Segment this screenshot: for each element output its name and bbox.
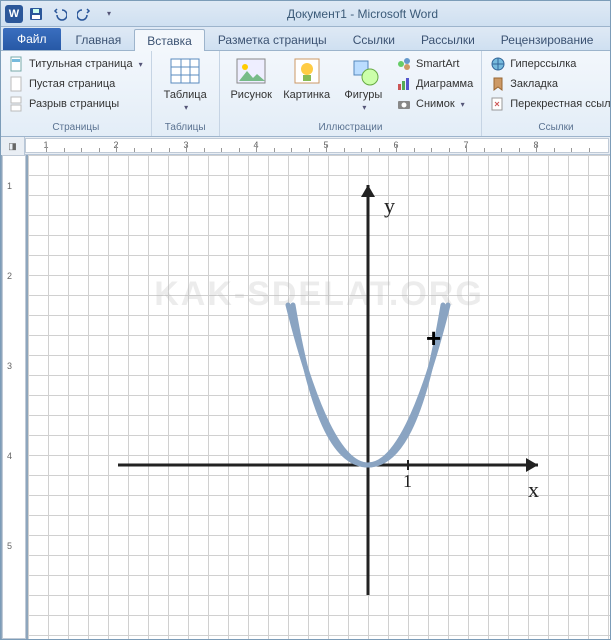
ribbon: Титульная страница ▾ Пустая страница Раз…: [1, 51, 610, 137]
cursor-crosshair-icon: +: [426, 325, 441, 351]
smartart-icon: [396, 56, 412, 72]
tab-page-layout[interactable]: Разметка страницы: [205, 28, 340, 50]
globe-icon: [490, 56, 506, 72]
group-links-label: Ссылки: [488, 120, 611, 136]
x-tick-1: 1: [403, 471, 412, 492]
group-illustrations-label: Иллюстрации: [226, 120, 475, 136]
page-break-button[interactable]: Разрыв страницы: [7, 95, 145, 113]
horizontal-ruler[interactable]: 12345678: [25, 138, 609, 153]
screenshot-label: Снимок: [416, 98, 455, 110]
picture-button[interactable]: Рисунок: [226, 53, 277, 103]
qat-customize-icon[interactable]: ▾: [97, 3, 119, 25]
crossref-button[interactable]: Перекрестная ссылка: [488, 95, 611, 113]
cover-page-button[interactable]: Титульная страница ▾: [7, 55, 145, 73]
chevron-down-icon: ▾: [461, 100, 465, 109]
ruler-number: 2: [7, 271, 12, 281]
ruler-corner[interactable]: ◨: [1, 137, 25, 155]
title-bar: W ▾ Документ1 - Microsoft Word: [1, 1, 610, 27]
vertical-ruler[interactable]: 1 2 3 4 5: [2, 155, 26, 639]
ribbon-tabs: Файл Главная Вставка Разметка страницы С…: [1, 27, 610, 51]
table-label: Таблица: [164, 89, 207, 101]
tab-insert[interactable]: Вставка: [134, 29, 205, 51]
undo-icon[interactable]: [49, 3, 71, 25]
hyperlink-button[interactable]: Гиперссылка: [488, 55, 611, 73]
picture-label: Рисунок: [230, 89, 272, 101]
shapes-label: Фигуры: [344, 89, 382, 101]
smartart-button[interactable]: SmartArt: [394, 55, 475, 73]
tab-file[interactable]: Файл: [3, 28, 61, 50]
chart-canvas[interactable]: y x 1 +: [108, 165, 548, 605]
bookmark-label: Закладка: [510, 78, 558, 90]
cover-page-label: Титульная страница: [29, 58, 133, 70]
crossref-label: Перекрестная ссылка: [510, 98, 611, 110]
group-links: Гиперссылка Закладка Перекрестная ссылка…: [482, 51, 611, 136]
chart-button[interactable]: Диаграмма: [394, 75, 475, 93]
chevron-down-icon: ▾: [139, 60, 143, 69]
hyperlink-label: Гиперссылка: [510, 58, 576, 70]
group-tables: Таблица ▾ Таблицы: [152, 51, 220, 136]
chevron-down-icon: ▾: [362, 103, 366, 112]
clipart-icon: [291, 55, 323, 87]
chart-icon: [396, 76, 412, 92]
screenshot-button[interactable]: Снимок ▾: [394, 95, 475, 113]
group-tables-label: Таблицы: [158, 120, 213, 136]
y-axis-label: y: [384, 193, 395, 219]
quick-access-toolbar: W ▾: [5, 3, 119, 25]
group-pages-label: Страницы: [7, 120, 145, 136]
tab-mailings[interactable]: Рассылки: [408, 28, 488, 50]
shapes-button[interactable]: Фигуры ▾: [337, 53, 392, 115]
chart-label: Диаграмма: [416, 78, 473, 90]
ruler-number: 4: [7, 451, 12, 461]
camera-icon: [396, 96, 412, 112]
cover-page-icon: [9, 56, 25, 72]
chevron-down-icon: ▾: [184, 103, 188, 112]
group-illustrations: Рисунок Картинка Фигуры ▾ Smar: [220, 51, 482, 136]
group-pages: Титульная страница ▾ Пустая страница Раз…: [1, 51, 152, 136]
crossref-icon: [490, 96, 506, 112]
ruler-number: 1: [7, 181, 12, 191]
redo-icon[interactable]: [73, 3, 95, 25]
horizontal-ruler-row: ◨ 12345678: [1, 137, 610, 155]
shapes-icon: [348, 55, 380, 87]
page-break-icon: [9, 96, 25, 112]
blank-page-icon: [9, 76, 25, 92]
clipart-button[interactable]: Картинка: [279, 53, 335, 103]
window-title: Документ1 - Microsoft Word: [119, 7, 606, 21]
ruler-number: 3: [7, 361, 12, 371]
tab-references[interactable]: Ссылки: [340, 28, 408, 50]
x-axis-label: x: [528, 477, 539, 503]
table-button[interactable]: Таблица ▾: [158, 53, 213, 115]
table-icon: [169, 55, 201, 87]
document-area: 12345 KAK-SDELAT.ORG y x 1: [1, 155, 610, 639]
picture-icon: [235, 55, 267, 87]
word-app-icon[interactable]: W: [5, 5, 23, 23]
save-icon[interactable]: [25, 3, 47, 25]
bookmark-icon: [490, 76, 506, 92]
blank-page-button[interactable]: Пустая страница: [7, 75, 145, 93]
page-break-label: Разрыв страницы: [29, 98, 119, 110]
tab-review[interactable]: Рецензирование: [488, 28, 607, 50]
bookmark-button[interactable]: Закладка: [488, 75, 611, 93]
tab-home[interactable]: Главная: [63, 28, 135, 50]
page[interactable]: KAK-SDELAT.ORG y x 1 +: [28, 155, 610, 639]
smartart-label: SmartArt: [416, 58, 459, 70]
ruler-number: 5: [7, 541, 12, 551]
clipart-label: Картинка: [283, 89, 330, 101]
blank-page-label: Пустая страница: [29, 78, 115, 90]
